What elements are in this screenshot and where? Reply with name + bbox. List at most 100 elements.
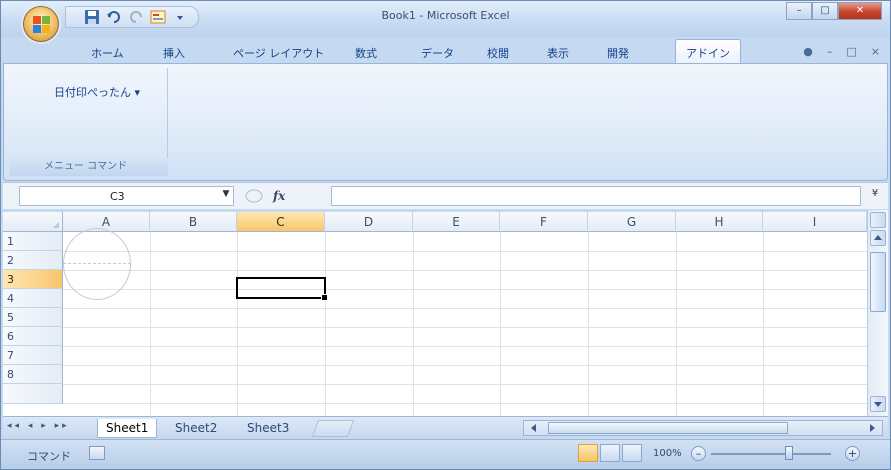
horizontal-scroll-thumb[interactable] bbox=[548, 422, 788, 434]
row-header[interactable]: 8 bbox=[3, 365, 63, 384]
maximize-button[interactable]: □ bbox=[812, 2, 838, 20]
column-header[interactable]: D bbox=[325, 212, 413, 232]
sheet-tab-sheet1[interactable]: Sheet1 bbox=[97, 419, 158, 438]
window-controls: – □ ✕ bbox=[786, 2, 882, 20]
sheet-tab-bar: ◂◂ ◂ ▸ ▸▸ Sheet1 Sheet2 Sheet3 bbox=[3, 416, 888, 438]
cancel-enter-icon[interactable] bbox=[245, 189, 263, 203]
vertical-scrollbar[interactable] bbox=[867, 210, 888, 416]
help-icon[interactable]: ● bbox=[803, 45, 813, 58]
date-stamp-menu[interactable]: 日付印ぺったん ▾ bbox=[54, 84, 140, 100]
worksheet-grid[interactable]: A B C D E F G H I 1 2 3 4 5 6 7 8 bbox=[3, 212, 867, 416]
horizontal-scrollbar[interactable] bbox=[523, 420, 883, 436]
tab-insert[interactable]: 挿入 bbox=[163, 45, 185, 61]
name-box[interactable]: C3 ▼ bbox=[19, 186, 234, 206]
title-bar: Book1 - Microsoft Excel – □ ✕ bbox=[1, 1, 890, 37]
gridline bbox=[63, 270, 867, 271]
gridline bbox=[763, 232, 764, 416]
gridline bbox=[325, 232, 326, 416]
row-header[interactable]: 1 bbox=[3, 232, 63, 251]
view-buttons bbox=[578, 444, 644, 462]
sheet-tab-sheet2[interactable]: Sheet2 bbox=[167, 419, 225, 438]
gridline bbox=[63, 384, 867, 385]
macro-record-icon[interactable] bbox=[89, 446, 105, 460]
ribbon-controls: ● – □ × bbox=[803, 45, 880, 58]
group-label: メニュー コマンド bbox=[10, 158, 168, 176]
circle-shape[interactable] bbox=[63, 228, 131, 300]
scroll-down-button[interactable] bbox=[870, 396, 886, 412]
office-logo-icon bbox=[33, 16, 51, 34]
tab-formulas[interactable]: 数式 bbox=[355, 45, 377, 61]
gridline bbox=[63, 251, 867, 252]
zoom-slider-thumb[interactable] bbox=[785, 446, 793, 460]
status-mode: コマンド bbox=[27, 450, 71, 463]
formula-bar: C3 ▼ fx ¥ bbox=[3, 182, 888, 209]
column-header[interactable]: H bbox=[676, 212, 763, 232]
excel-window: Book1 - Microsoft Excel – □ ✕ ホーム 挿入 ページ… bbox=[0, 0, 891, 470]
column-header[interactable]: E bbox=[413, 212, 500, 232]
gridline bbox=[63, 346, 867, 347]
gridline bbox=[676, 232, 677, 416]
gridline bbox=[500, 232, 501, 416]
normal-view-button[interactable] bbox=[578, 444, 598, 462]
sheet-nav-buttons[interactable]: ◂◂ ◂ ▸ ▸▸ bbox=[7, 421, 70, 431]
column-header[interactable]: G bbox=[588, 212, 676, 232]
vertical-scroll-thumb[interactable] bbox=[870, 252, 886, 312]
scroll-right-button[interactable] bbox=[864, 421, 880, 435]
scroll-left-button[interactable] bbox=[526, 421, 542, 435]
circle-guide-line bbox=[63, 263, 131, 264]
scroll-up-button[interactable] bbox=[870, 230, 886, 246]
window-title: Book1 - Microsoft Excel bbox=[381, 9, 510, 22]
gridline bbox=[63, 289, 867, 290]
workbook-close-button[interactable]: × bbox=[871, 45, 880, 58]
name-box-value: C3 bbox=[110, 190, 125, 203]
column-header[interactable]: C bbox=[237, 212, 325, 232]
tab-data[interactable]: データ bbox=[421, 45, 454, 61]
column-header[interactable]: F bbox=[500, 212, 588, 232]
row-header[interactable]: 3 bbox=[3, 270, 63, 289]
gridline bbox=[63, 365, 867, 366]
row-header[interactable]: 2 bbox=[3, 251, 63, 270]
workbook-minimize-button[interactable]: – bbox=[827, 45, 833, 58]
column-header[interactable]: B bbox=[150, 212, 237, 232]
row-header[interactable]: 5 bbox=[3, 308, 63, 327]
gridline bbox=[588, 232, 589, 416]
row-header[interactable]: 7 bbox=[3, 346, 63, 365]
zoom-slider-track[interactable] bbox=[711, 453, 831, 455]
page-break-view-button[interactable] bbox=[622, 444, 642, 462]
active-cell-c3[interactable] bbox=[236, 277, 328, 301]
minimize-button[interactable]: – bbox=[786, 2, 812, 20]
formula-input[interactable] bbox=[331, 186, 861, 206]
sheet-tab-sheet3[interactable]: Sheet3 bbox=[239, 419, 297, 438]
ribbon-panel: 日付印ぺったん ▾ メニュー コマンド bbox=[3, 63, 888, 181]
expand-formula-icon[interactable]: ¥ bbox=[868, 188, 882, 204]
zoom-level[interactable]: 100% bbox=[653, 448, 682, 459]
insert-function-icon[interactable]: fx bbox=[273, 189, 285, 203]
tab-page-layout[interactable]: ページ レイアウト bbox=[233, 45, 324, 61]
insert-sheet-button[interactable] bbox=[311, 420, 355, 437]
column-header[interactable]: I bbox=[763, 212, 867, 232]
tab-developer[interactable]: 開発 bbox=[607, 45, 629, 61]
name-box-dropdown-icon[interactable]: ▼ bbox=[219, 189, 233, 199]
gridline bbox=[63, 327, 867, 328]
status-bar: コマンド 100% – + bbox=[1, 439, 890, 469]
workbook-restore-button[interactable]: □ bbox=[846, 45, 856, 58]
row-header[interactable]: 4 bbox=[3, 289, 63, 308]
page-layout-view-button[interactable] bbox=[600, 444, 620, 462]
zoom-in-button[interactable]: + bbox=[845, 446, 860, 461]
gridline bbox=[150, 232, 151, 416]
formula-buttons: fx bbox=[239, 186, 327, 206]
tab-view[interactable]: 表示 bbox=[547, 45, 569, 61]
tab-home[interactable]: ホーム bbox=[91, 45, 124, 61]
tab-review[interactable]: 校閲 bbox=[487, 45, 509, 61]
ribbon-tabs: ホーム 挿入 ページ レイアウト 数式 データ 校閲 表示 開発 アドイン ● … bbox=[1, 39, 890, 65]
select-all-button[interactable] bbox=[3, 212, 63, 232]
tab-addins[interactable]: アドイン bbox=[675, 39, 741, 65]
row-header[interactable]: 6 bbox=[3, 327, 63, 346]
zoom-out-button[interactable]: – bbox=[691, 446, 706, 461]
split-box[interactable] bbox=[870, 212, 886, 228]
row-header-partial[interactable] bbox=[3, 384, 63, 404]
close-button[interactable]: ✕ bbox=[838, 2, 882, 20]
office-button[interactable] bbox=[23, 6, 59, 42]
gridline bbox=[63, 403, 867, 404]
gridline bbox=[63, 308, 867, 309]
